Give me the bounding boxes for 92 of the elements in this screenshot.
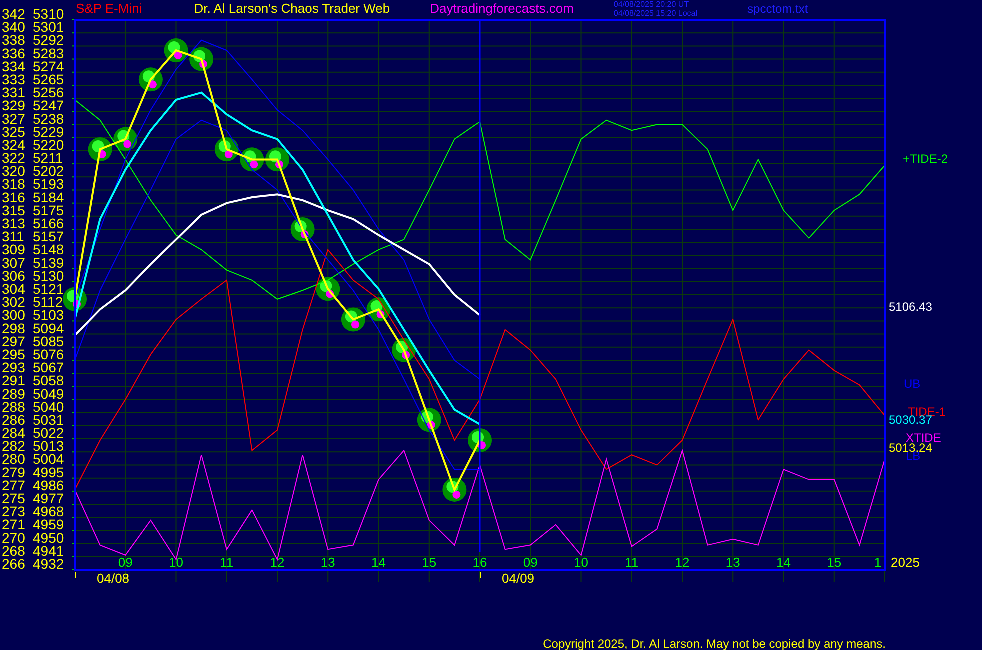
axis-tick	[72, 452, 76, 453]
hour-label: 15	[422, 555, 437, 570]
axis-tick	[72, 190, 76, 191]
hour-label: 09	[523, 555, 538, 570]
price-marker	[366, 298, 391, 322]
price-marker	[316, 277, 340, 302]
axis-tick	[72, 386, 76, 388]
hour-label: 10	[574, 555, 588, 570]
axis-tick	[72, 176, 76, 178]
axis-tick	[72, 202, 76, 204]
hour-label: 14	[372, 555, 386, 570]
axis-label: 4932	[33, 556, 64, 572]
hour-label: 14	[776, 555, 791, 570]
series-label: UB	[904, 377, 921, 391]
price-marker	[442, 478, 467, 502]
axis-tick	[72, 464, 76, 466]
hour-label: 12	[675, 555, 690, 570]
price-marker	[114, 127, 138, 152]
date-label: 04/09	[502, 571, 535, 586]
axis-tick	[72, 72, 76, 73]
axis-tick	[72, 478, 76, 479]
price-marker	[214, 138, 239, 162]
price-marker	[63, 287, 87, 312]
price-marker	[240, 148, 264, 172]
axis-tick	[72, 124, 76, 126]
axis-tick	[72, 255, 76, 256]
axis-tick	[72, 346, 76, 348]
hour-label: 1	[874, 555, 882, 570]
axis-tick	[72, 543, 76, 544]
date-tick	[480, 572, 482, 578]
axis-tick	[72, 281, 76, 282]
price-marker	[290, 218, 315, 242]
hour-label: 13	[320, 555, 336, 570]
price-marker	[138, 68, 163, 92]
axis-tick	[72, 84, 76, 86]
file-name: spcctom.txt	[748, 3, 808, 16]
axis-label: 5121	[33, 281, 64, 297]
hour-label: 10	[169, 555, 184, 570]
hour-label: 09	[118, 555, 133, 570]
axis-tick	[72, 530, 76, 532]
axis-tick	[72, 517, 76, 518]
axis-tick	[72, 360, 76, 361]
timestamp: 04/08/2025 20:20 UT	[614, 0, 690, 9]
price-marker	[164, 38, 188, 63]
price-marker	[88, 138, 112, 162]
axis-tick	[72, 268, 76, 270]
last-value-label: 5106.43	[889, 300, 932, 314]
date-label: 04/08	[97, 571, 130, 586]
axis-label: 266	[2, 556, 26, 572]
axis-label: 5310	[33, 6, 64, 22]
year-label: 2025	[891, 555, 920, 570]
axis-tick	[72, 504, 76, 506]
axis-tick	[72, 216, 76, 217]
axis-tick	[72, 32, 76, 34]
axis-label: 304	[2, 281, 26, 297]
axis-tick	[72, 334, 76, 335]
hour-label: 13	[726, 555, 740, 570]
hour-label: 12	[270, 555, 285, 570]
hour-label: 16	[472, 555, 488, 570]
axis-tick	[72, 46, 76, 47]
axis-tick	[72, 98, 76, 100]
hour-label: 11	[220, 555, 234, 570]
price-marker	[266, 148, 290, 172]
axis-tick	[72, 399, 76, 400]
axis-tick	[72, 490, 76, 492]
price-marker	[341, 308, 366, 332]
axis-tick	[72, 242, 76, 244]
axis-tick	[72, 320, 76, 322]
axis-tick	[72, 229, 76, 230]
series-label: +TIDE-2	[903, 152, 948, 166]
price-marker	[190, 47, 214, 72]
axis-tick	[72, 111, 76, 112]
axis-tick	[72, 373, 76, 374]
symbol-title: S&P E-Mini	[76, 2, 142, 16]
series-label: XTIDE	[906, 431, 942, 445]
chart-title: Dr. Al Larson's Chaos Trader Web	[194, 2, 390, 16]
axis-tick	[72, 412, 76, 414]
timestamp: 04/08/2025 15:20 Local	[614, 9, 698, 18]
axis-tick	[72, 58, 76, 60]
axis-label: 342	[2, 6, 26, 22]
hour-label: 15	[827, 555, 842, 570]
price-marker	[392, 338, 416, 362]
axis-tick	[72, 425, 76, 426]
axis-tick	[72, 438, 76, 440]
price-marker	[468, 428, 492, 452]
axis-tick	[72, 556, 76, 558]
website-link[interactable]: Daytradingforecasts.com	[430, 2, 574, 16]
axis-tick	[72, 137, 76, 138]
hour-label: 11	[625, 555, 639, 570]
axis-tick	[72, 150, 76, 152]
price-marker	[417, 408, 442, 432]
axis-tick	[72, 164, 76, 165]
